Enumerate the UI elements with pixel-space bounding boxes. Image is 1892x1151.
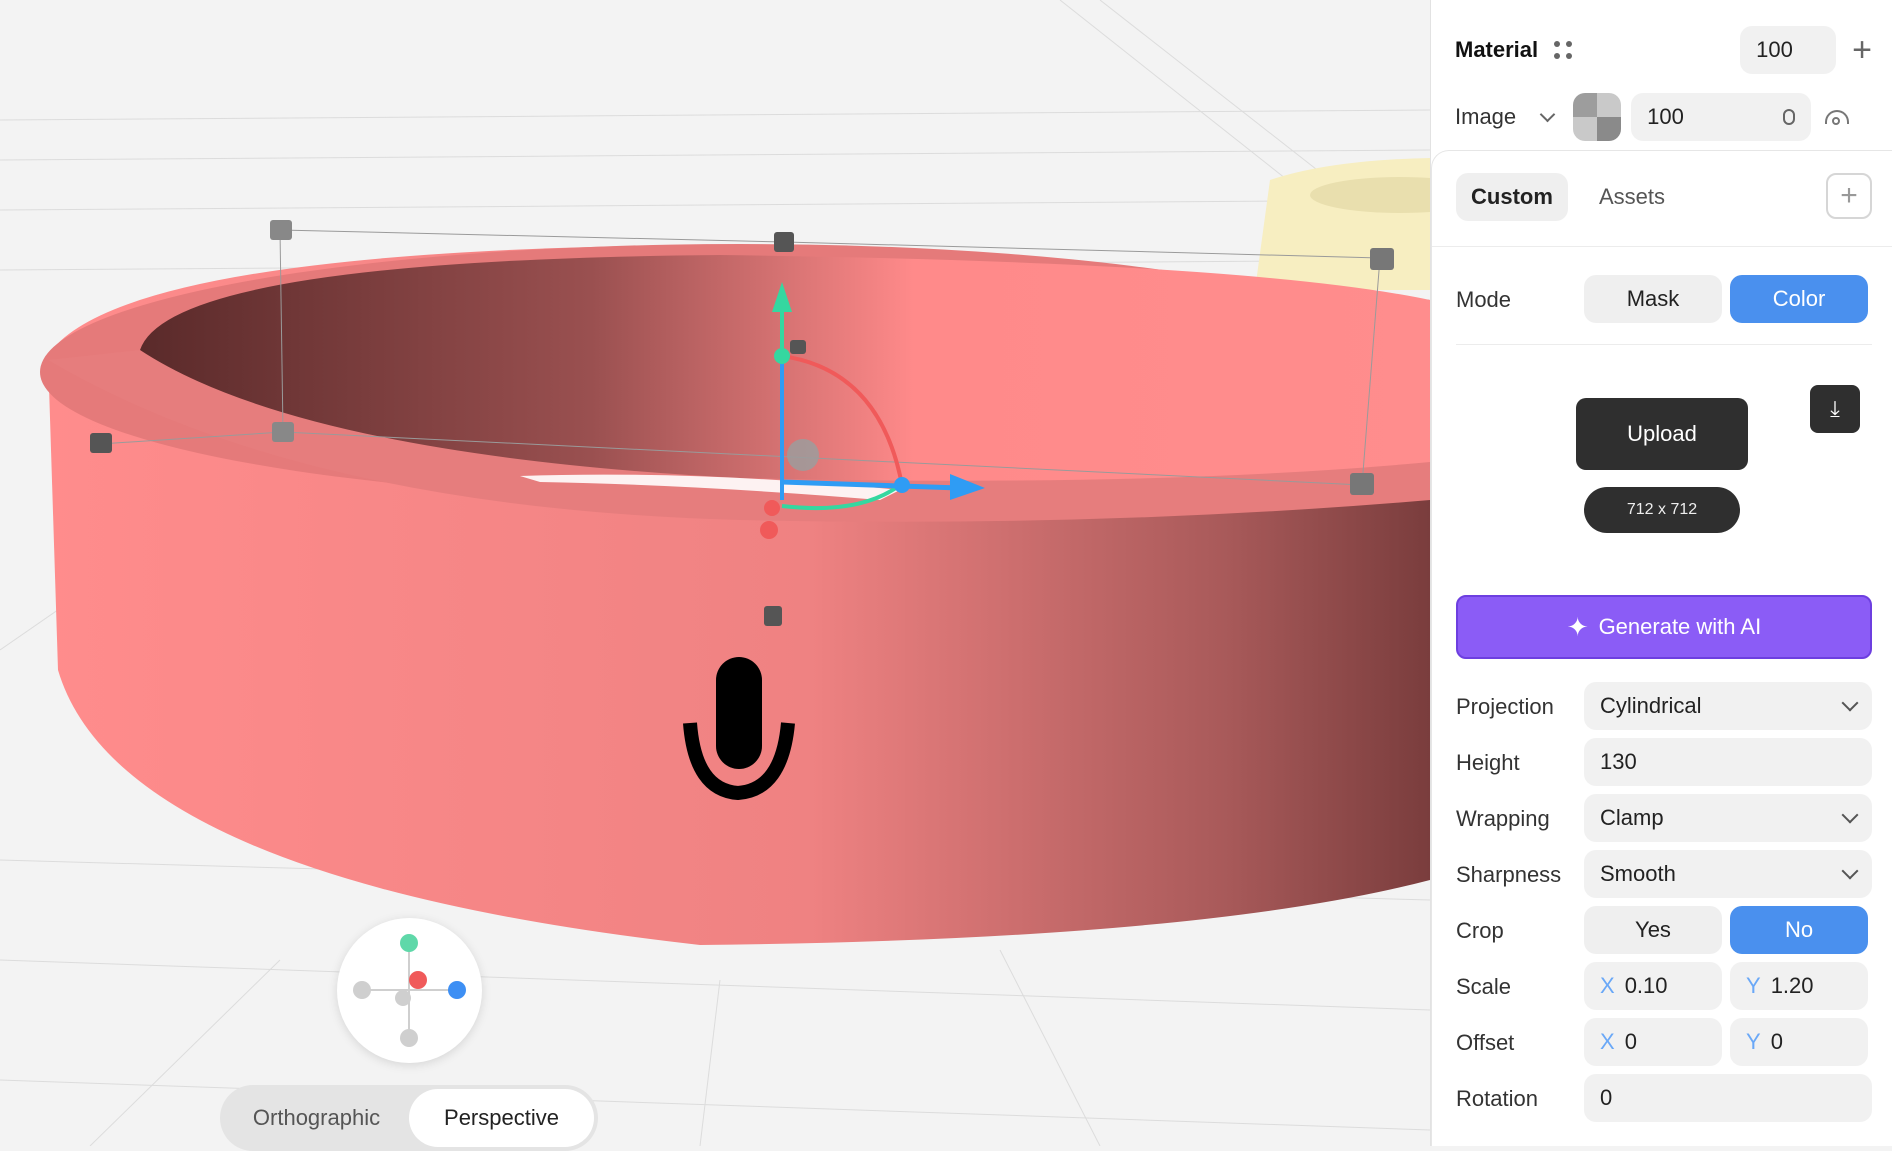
height-input[interactable]: 130 [1584, 738, 1872, 786]
offset-y-value: 0 [1770, 1029, 1783, 1054]
properties-panel: Material 100 + Image 100 Custom Assets +… [1430, 0, 1892, 1146]
orthographic-option[interactable]: Orthographic [224, 1089, 409, 1147]
sharpness-value: Smooth [1600, 861, 1676, 886]
chevron-down-icon [1841, 862, 1859, 880]
perspective-option[interactable]: Perspective [409, 1089, 594, 1147]
generate-ai-label: Generate with AI [1598, 614, 1762, 639]
mode-label: Mode [1456, 287, 1512, 312]
rotation-input[interactable]: 0 [1584, 1074, 1872, 1122]
rotation-label: Rotation [1456, 1086, 1538, 1111]
height-value: 130 [1600, 749, 1637, 774]
x-axis-label: X [1600, 1029, 1615, 1054]
scale-y-input[interactable]: Y 1.20 [1730, 962, 1868, 1010]
projection-label: Projection [1456, 694, 1554, 719]
yellow-object[interactable] [1255, 158, 1430, 290]
y-axis-label: Y [1746, 973, 1761, 998]
eye-icon[interactable] [1825, 110, 1850, 125]
projection-value: Cylindrical [1600, 693, 1702, 718]
offset-y-input[interactable]: Y 0 [1730, 1018, 1868, 1066]
orientation-gizmo[interactable] [337, 918, 482, 1063]
chevron-down-icon[interactable] [1539, 106, 1556, 122]
image-opacity-field[interactable]: 100 [1631, 93, 1812, 141]
download-icon[interactable]: ⤓ [1810, 385, 1860, 433]
add-asset-button[interactable]: + [1826, 173, 1872, 219]
image-upload-area[interactable]: Upload 712 x 712 ⤓ [1456, 363, 1872, 563]
generate-ai-button[interactable]: ✦ Generate with AI [1456, 595, 1872, 659]
offset-x-value: 0 [1624, 1029, 1637, 1054]
material-opacity-field[interactable]: 100 [1740, 26, 1837, 74]
chevron-down-icon [1841, 694, 1859, 712]
material-label: Material [1455, 37, 1539, 62]
x-axis-label: X [1600, 973, 1615, 998]
crop-yes-button[interactable]: Yes [1584, 906, 1722, 954]
wrapping-label: Wrapping [1456, 806, 1550, 831]
offset-x-input[interactable]: X 0 [1584, 1018, 1722, 1066]
link-icon[interactable] [1783, 109, 1796, 125]
scale-y-value: 1.20 [1770, 973, 1814, 998]
view-mode-toggle[interactable]: Orthographic Perspective [220, 1085, 598, 1151]
image-thumbnail[interactable] [1573, 93, 1622, 141]
sparkle-icon: ✦ [1566, 611, 1589, 642]
image-row: Image 100 [1455, 92, 1872, 142]
scale-x-value: 0.10 [1624, 973, 1668, 998]
height-label: Height [1456, 750, 1520, 775]
plus-icon[interactable]: + [1852, 33, 1872, 67]
upload-button[interactable]: Upload [1576, 398, 1748, 470]
wrapping-value: Clamp [1600, 805, 1664, 830]
image-settings-card: Custom Assets + Mode Mask Color Upload 7… [1431, 150, 1892, 1146]
rotation-value: 0 [1600, 1085, 1613, 1110]
z-axis-dot [409, 971, 427, 989]
material-row: Material 100 + [1455, 26, 1872, 74]
crop-no-button[interactable]: No [1730, 906, 1868, 954]
offset-label: Offset [1456, 1030, 1515, 1055]
mode-color-button[interactable]: Color [1730, 275, 1868, 323]
crop-label: Crop [1456, 918, 1504, 943]
image-size-badge: 712 x 712 [1584, 487, 1740, 533]
image-opacity-value: 100 [1647, 104, 1684, 129]
y-axis-dot [400, 934, 418, 952]
scene-canvas[interactable] [0, 0, 1430, 1146]
projection-select[interactable]: Cylindrical [1584, 682, 1872, 730]
tab-assets[interactable]: Assets [1582, 173, 1682, 221]
sharpness-select[interactable]: Smooth [1584, 850, 1872, 898]
x-axis-dot [448, 981, 466, 999]
scale-x-input[interactable]: X 0.10 [1584, 962, 1722, 1010]
tab-custom[interactable]: Custom [1456, 173, 1568, 221]
drag-handle-icon[interactable] [1554, 41, 1573, 59]
wrapping-select[interactable]: Clamp [1584, 794, 1872, 842]
y-axis-label: Y [1746, 1029, 1761, 1054]
sharpness-label: Sharpness [1456, 862, 1562, 887]
image-label: Image [1455, 104, 1517, 129]
scale-label: Scale [1456, 974, 1512, 999]
chevron-down-icon [1841, 806, 1859, 824]
ring-mesh[interactable] [40, 244, 1430, 945]
mode-mask-button[interactable]: Mask [1584, 275, 1722, 323]
